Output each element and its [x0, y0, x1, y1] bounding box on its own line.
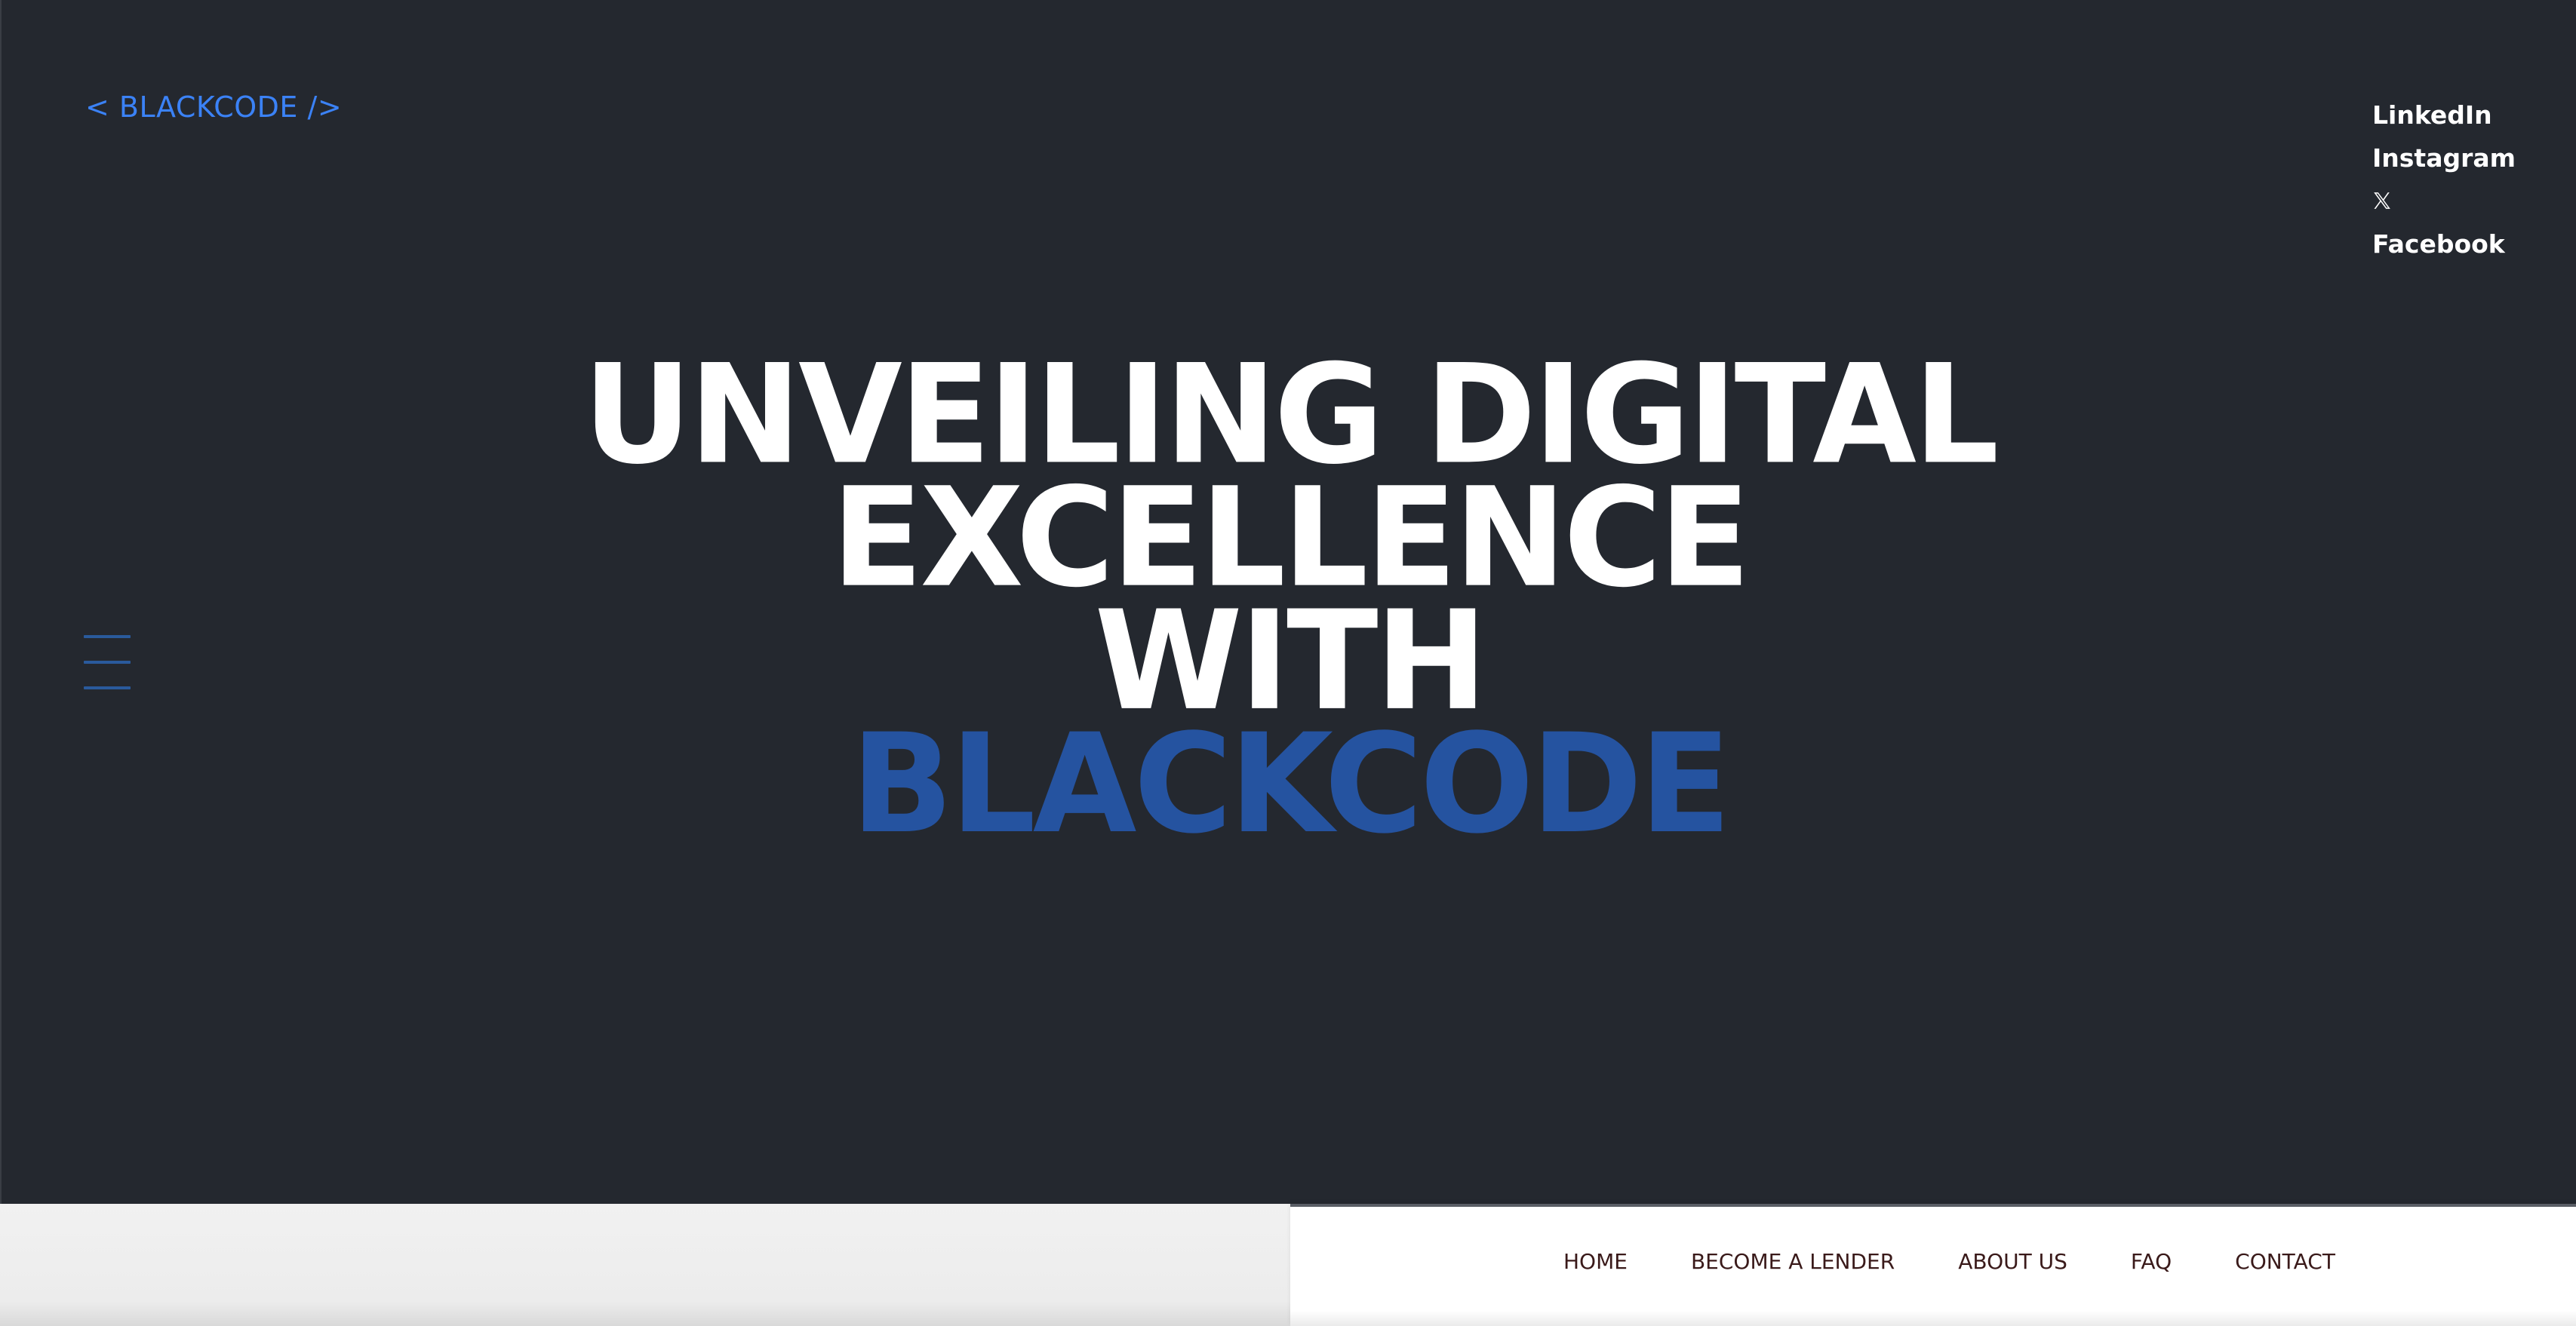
nav-bottom-shade [1290, 1311, 2576, 1326]
site-logo[interactable]: < BLACKCODE /> [85, 91, 342, 124]
nav-about-us[interactable]: ABOUT US [1958, 1249, 2067, 1274]
main-navigation: HOME BECOME A LENDER ABOUT US FAQ CONTAC… [1290, 1204, 2576, 1326]
hero-section: < BLACKCODE /> LinkedIn Instagram Facebo… [0, 0, 2576, 1204]
nav-become-a-lender[interactable]: BECOME A LENDER [1691, 1249, 1895, 1274]
facebook-link[interactable]: Facebook [2372, 223, 2516, 266]
instagram-link[interactable]: Instagram [2372, 137, 2516, 180]
nav-home[interactable]: HOME [1563, 1249, 1628, 1274]
linkedin-link[interactable]: LinkedIn [2372, 94, 2516, 137]
social-links: LinkedIn Instagram Facebook [2372, 94, 2516, 266]
page: < BLACKCODE /> LinkedIn Instagram Facebo… [0, 0, 2576, 1326]
bottom-left-panel [0, 1204, 1290, 1326]
x-logo-icon[interactable] [2372, 180, 2393, 223]
nav-faq[interactable]: FAQ [2131, 1249, 2172, 1274]
nav-contact[interactable]: CONTACT [2235, 1249, 2335, 1274]
hero-headline: UNVEILING DIGITAL EXCELLENCE WITH BLACKC… [2, 346, 2576, 864]
nav-items: HOME BECOME A LENDER ABOUT US FAQ CONTAC… [1563, 1246, 2335, 1276]
headline-brand: BLACKCODE [850, 704, 1732, 864]
